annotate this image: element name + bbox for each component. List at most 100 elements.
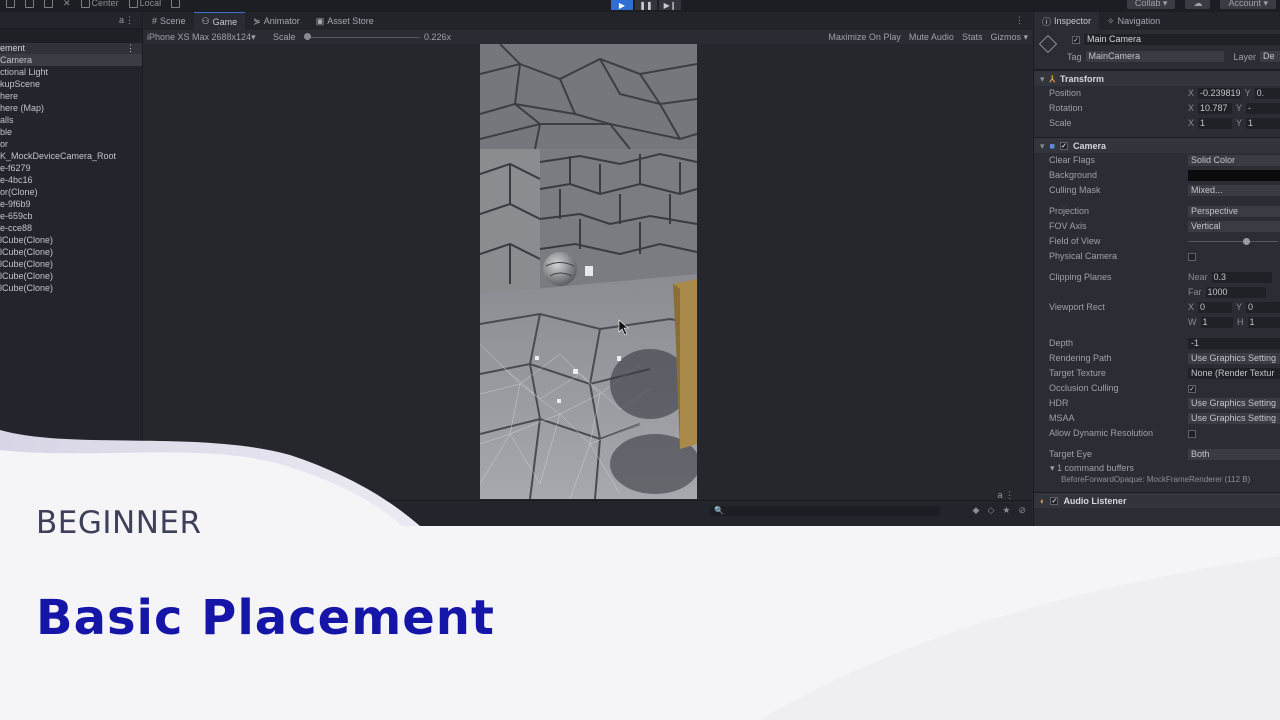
tag-dropdown[interactable]: MainCamera xyxy=(1085,51,1224,62)
camera-enabled-checkbox[interactable]: ✓ xyxy=(1059,141,1068,150)
viewport-h-field[interactable]: 1 xyxy=(1247,317,1280,328)
fov-axis-dropdown[interactable]: Vertical xyxy=(1188,221,1280,232)
clear-flags-dropdown[interactable]: Solid Color xyxy=(1188,155,1280,166)
hierarchy-item[interactable]: lCube(Clone) xyxy=(0,246,142,258)
custom-tool-icon[interactable] xyxy=(44,0,53,8)
mute-audio-toggle[interactable]: Mute Audio xyxy=(909,30,954,44)
rotation-x-field[interactable]: 10.787 xyxy=(1198,103,1232,114)
scale-slider-handle[interactable] xyxy=(304,33,311,40)
hierarchy-item[interactable]: or(Clone) xyxy=(0,186,142,198)
active-checkbox[interactable]: ✓ xyxy=(1072,35,1080,44)
lock-icon[interactable]: a xyxy=(119,15,124,25)
hierarchy-item[interactable]: alls xyxy=(0,114,142,126)
transform-header[interactable]: ▾ ⅄ Transform xyxy=(1034,70,1280,86)
collab-button[interactable]: Collab ▾ xyxy=(1126,0,1176,9)
more-options-icon[interactable]: ⋮ xyxy=(1015,15,1024,26)
pause-button[interactable]: ❚❚ xyxy=(635,0,657,10)
hierarchy-item[interactable]: lCube(Clone) xyxy=(0,258,142,270)
filter-label-icon[interactable]: ◇ xyxy=(987,505,994,516)
tab-inspector[interactable]: ⓘ Inspector xyxy=(1034,12,1100,30)
audio-listener-checkbox[interactable]: ✓ xyxy=(1050,496,1059,505)
viewport-w-field[interactable]: 1 xyxy=(1200,317,1233,328)
step-button[interactable]: ▶❙ xyxy=(659,0,681,10)
target-texture-field[interactable]: None (Render Textur xyxy=(1188,368,1280,379)
hierarchy-item[interactable]: K_MockDeviceCamera_Root xyxy=(0,150,142,162)
gizmos-dropdown[interactable]: Gizmos ▾ xyxy=(990,30,1028,44)
hierarchy-item[interactable]: here (Map) xyxy=(0,102,142,114)
scene-menu-icon[interactable]: ⋮ xyxy=(126,43,135,54)
scale-slider[interactable] xyxy=(307,37,420,38)
hierarchy-item[interactable]: e-9f6b9 xyxy=(0,198,142,210)
rotation-y-field[interactable]: - xyxy=(1246,103,1280,114)
collapse-arrow-icon: ▾ xyxy=(1040,73,1045,84)
rect-tool-icon[interactable] xyxy=(6,0,15,8)
pivot-center-button[interactable]: Center xyxy=(80,0,119,8)
hidden-packages-icon[interactable]: ⊘ xyxy=(1018,505,1026,516)
hierarchy-item[interactable]: e-659cb xyxy=(0,210,142,222)
field-of-view-slider[interactable] xyxy=(1188,238,1278,245)
cloud-icon[interactable]: ☁ xyxy=(1185,0,1211,9)
more-options-icon[interactable]: ⋮ xyxy=(125,15,134,26)
hdr-dropdown[interactable]: Use Graphics Setting xyxy=(1188,398,1280,409)
snap-icon[interactable] xyxy=(171,0,181,8)
hierarchy-item[interactable]: lCube(Clone) xyxy=(0,234,142,246)
pivot-local-button[interactable]: Local xyxy=(128,0,161,8)
far-field[interactable]: 1000 xyxy=(1205,287,1266,298)
hierarchy-item[interactable]: e-4bc16 xyxy=(0,174,142,186)
hierarchy-item[interactable]: e-f6279 xyxy=(0,162,142,174)
hierarchy-item[interactable]: Camera xyxy=(0,54,142,66)
hierarchy-item[interactable]: lCube(Clone) xyxy=(0,282,142,294)
scale-x-field[interactable]: 1 xyxy=(1198,118,1232,129)
layer-dropdown[interactable]: De xyxy=(1260,51,1280,62)
resolution-dropdown[interactable]: iPhone XS Max 2688x124▾ xyxy=(147,30,256,44)
favorite-icon[interactable]: ★ xyxy=(1002,505,1010,516)
projection-dropdown[interactable]: Perspective xyxy=(1188,206,1280,217)
tools-icon[interactable]: ✕ xyxy=(63,0,71,9)
project-search[interactable]: 🔍 xyxy=(710,506,940,516)
hierarchy-item[interactable]: ctional Light xyxy=(0,66,142,78)
background-color-swatch[interactable] xyxy=(1188,170,1280,181)
hierarchy-search[interactable] xyxy=(0,29,142,43)
object-name-field[interactable]: Main Camera xyxy=(1084,34,1280,45)
command-buffers-row[interactable]: ▾ 1 command buffers xyxy=(1034,462,1280,474)
tab-navigation[interactable]: ✧ Navigation xyxy=(1099,12,1168,30)
depth-field[interactable]: -1 xyxy=(1188,338,1280,349)
tab-asset-store[interactable]: ▣ Asset Store xyxy=(308,12,382,30)
stats-toggle[interactable]: Stats xyxy=(962,30,983,44)
viewport-y-field[interactable]: 0 xyxy=(1246,302,1280,313)
occlusion-culling-checkbox[interactable]: ✓ xyxy=(1188,384,1196,393)
hierarchy-item[interactable]: lCube(Clone) xyxy=(0,270,142,282)
account-button[interactable]: Account ▾ xyxy=(1220,0,1276,9)
prop-label: Depth xyxy=(1049,338,1074,348)
tab-animator[interactable]: ⋟ Animator xyxy=(245,12,308,30)
filter-type-icon[interactable]: ◆ xyxy=(973,505,980,516)
tab-scene[interactable]: # Scene xyxy=(144,12,194,30)
audio-listener-header[interactable]: ◐ ✓ Audio Listener xyxy=(1034,492,1280,508)
scale-y-field[interactable]: 1 xyxy=(1246,118,1280,129)
transform-tool-icon[interactable] xyxy=(25,0,34,8)
play-button[interactable]: ▶ xyxy=(611,0,633,10)
position-row: Position X -0.239819 Y 0. xyxy=(1034,86,1280,101)
hierarchy-item[interactable]: kupScene xyxy=(0,78,142,90)
position-y-field[interactable]: 0. xyxy=(1254,88,1280,99)
near-field[interactable]: 0.3 xyxy=(1211,272,1272,283)
target-eye-dropdown[interactable]: Both xyxy=(1188,449,1280,460)
axis-y-label: Y xyxy=(1236,118,1243,128)
viewport-x-field[interactable]: 0 xyxy=(1198,302,1232,313)
position-x-field[interactable]: -0.239819 xyxy=(1198,88,1241,99)
hierarchy-item[interactable]: here xyxy=(0,90,142,102)
allow-dynamic-resolution-checkbox[interactable] xyxy=(1188,429,1196,438)
hierarchy-scene-header[interactable]: ement ⋮ xyxy=(0,43,142,54)
hierarchy-item[interactable]: ble xyxy=(0,126,142,138)
maximize-on-play-toggle[interactable]: Maximize On Play xyxy=(828,30,901,44)
hierarchy-item[interactable]: e-cce88 xyxy=(0,222,142,234)
lock-icon[interactable]: a ⋮ xyxy=(997,490,1014,501)
tab-game[interactable]: ⚇ Game xyxy=(193,12,246,30)
hierarchy-item[interactable]: or xyxy=(0,138,142,150)
camera-header[interactable]: ▾ ■ ✓ Camera xyxy=(1034,137,1280,153)
culling-mask-dropdown[interactable]: Mixed... xyxy=(1188,185,1280,196)
rendering-path-dropdown[interactable]: Use Graphics Setting xyxy=(1188,353,1280,364)
physical-camera-checkbox[interactable] xyxy=(1188,252,1196,261)
msaa-dropdown[interactable]: Use Graphics Setting xyxy=(1188,413,1280,424)
game-render-frame[interactable] xyxy=(480,44,697,499)
